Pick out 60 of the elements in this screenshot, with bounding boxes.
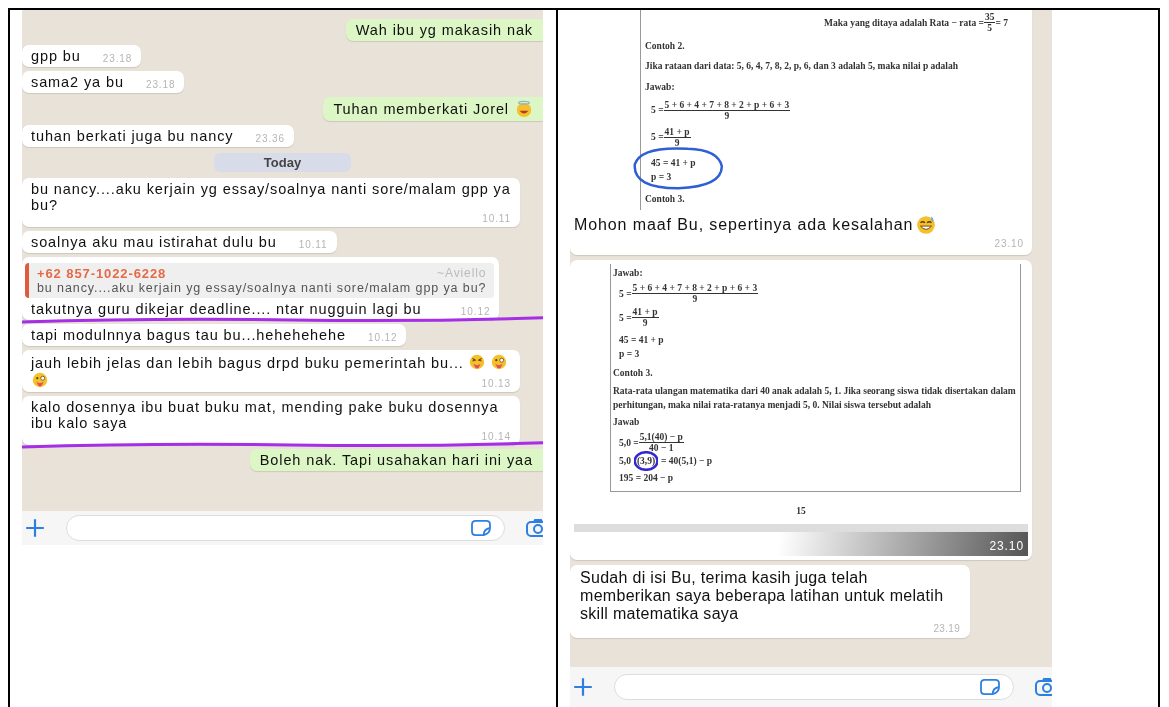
smiley-icon [915, 214, 938, 236]
smiley-icon [515, 100, 533, 118]
formula: = 40(5,1) − p [661, 456, 712, 467]
message-time: 23.19 [932, 623, 960, 635]
message-time: 10.12 [366, 332, 398, 343]
message-time: 10.14 [480, 431, 511, 442]
formula: 5,0 [619, 456, 631, 467]
message-text: Wah ibu yg makasih nak [355, 22, 533, 38]
sticker-icon[interactable] [470, 519, 492, 537]
message-text: sama2 ya bu [31, 74, 124, 90]
message-text: jauh lebih jelas dan lebih bagus drpd buku pemerintah bu... [31, 355, 464, 371]
document-text: Jawab: [645, 80, 676, 94]
message-text: takutnya guru dikejar deadline.... ntar nugguin lagi bu [31, 301, 422, 317]
page-number: 15 [795, 505, 807, 519]
message-text: Tuhan memberkati Jorel [333, 101, 509, 117]
message-time: 23.10 [993, 237, 1025, 251]
message-time: 10.13 [480, 378, 511, 389]
document-text: Contoh 3. [645, 192, 686, 206]
document-text: Rata-rata ulangan matematika dari 40 anak adalah 5, 1. Jika seorang siswa tidak disertakan dalam perhitungan, maka nilai rata-ratanya menjadi 5, 0. Nilai siswa tersebut adalah [613, 384, 1016, 412]
smiley-icon [489, 353, 508, 371]
sender-number: +62 857-1022-6228 [37, 266, 167, 281]
formula: 195 = 204 − p [619, 473, 674, 484]
plus-icon[interactable] [572, 676, 594, 698]
formula: 5 =5 + 6 + 4 + 7 + 8 + 2 + p + 6 + 3 9 [650, 99, 792, 121]
message-time: 10.12 [459, 306, 491, 317]
message-text: tapi modulnnya bagus tau bu...hehehehehe [31, 327, 346, 343]
formula: 5 =5 + 6 + 4 + 7 + 8 + 2 + p + 6 + 3 9 [618, 283, 760, 305]
formula: (3,9) [636, 456, 656, 467]
message-text: soalnya aku mau istirahat dulu bu [31, 234, 277, 250]
image-message[interactable] [570, 10, 1032, 255]
message-time: 10.11 [481, 213, 511, 224]
smiley-icon [467, 353, 486, 371]
message-time: 10.11 [297, 239, 328, 250]
message-text: tuhan berkati juga bu nancy [31, 128, 234, 144]
message-text: Sudah di isi Bu, terima kasih juga telah memberikan saya beberapa latihan untuk melatih skill matematika saya [580, 569, 945, 624]
message-text: gpp bu [31, 48, 81, 64]
message-text: Mohon maaf Bu, sepertinya ada kesalahan [574, 216, 914, 234]
message-time: 23.18 [144, 79, 176, 90]
document-text: Jika rataan dari data: 5, 6, 4, 7, 8, 2, p, 6, dan 3 adalah 5, maka nilai p adalah [645, 60, 960, 74]
document-text: Contoh 3. [613, 367, 654, 381]
message-text: kalo dosennya ibu buat buku mat, mending pake buku dosennya ibu kalo saya [31, 399, 500, 431]
date-chip: Today [213, 153, 352, 172]
quoted-text: bu nancy....aku kerjain yg essay/soalnya nanti sore/malam gpp ya bu? [37, 281, 487, 295]
message-time: 23.10 [989, 539, 1025, 556]
message-input[interactable] [66, 515, 505, 541]
message-text: bu nancy....aku kerjain yg essay/soalnya nanti sore/malam gpp ya bu? [31, 181, 511, 213]
document-text: Contoh 2. [645, 40, 686, 53]
formula: 45 = 41 + p [619, 335, 664, 346]
message-time: 23.18 [101, 53, 133, 64]
formula: 45 = 41 + p [651, 157, 696, 168]
document-text: Jawab [613, 416, 641, 429]
message-input[interactable] [614, 674, 1014, 700]
document-text: Jawab: [613, 267, 644, 280]
plus-icon[interactable] [24, 517, 46, 539]
message-time: 23.36 [254, 133, 285, 144]
sticker-icon[interactable] [979, 678, 1001, 696]
smiley-icon [31, 371, 49, 389]
message-text: Boleh nak. Tapi usahakan hari ini yaa [259, 452, 533, 468]
formula: p = 3 [651, 171, 673, 182]
formula: p = 3 [619, 349, 641, 360]
